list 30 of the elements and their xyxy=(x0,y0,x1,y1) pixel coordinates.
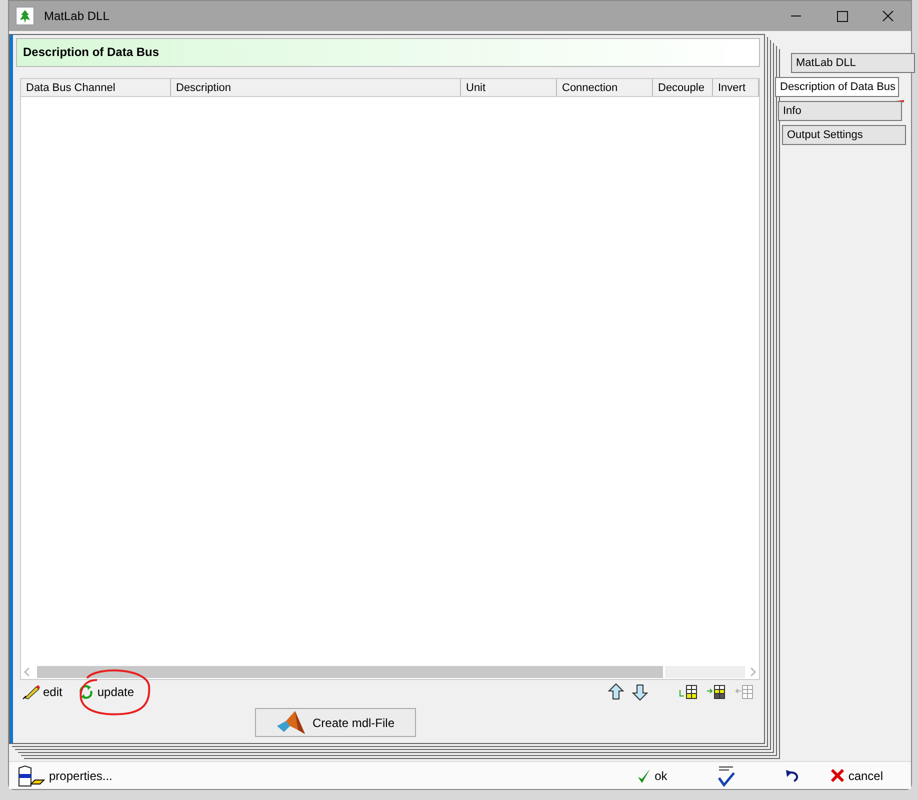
scrollbar-thumb[interactable] xyxy=(37,666,663,678)
page-title: Description of Data Bus xyxy=(16,38,760,67)
ok-button[interactable]: ok xyxy=(636,768,668,784)
cancel-button[interactable]: cancel xyxy=(831,768,883,782)
add-row-icon[interactable] xyxy=(706,684,726,700)
edit-button[interactable]: edit xyxy=(22,684,62,700)
peak-surface-icon xyxy=(276,710,306,736)
arrow-up-icon[interactable] xyxy=(608,683,624,701)
checkmark-icon xyxy=(636,768,651,784)
column-header[interactable]: Data Bus Channel xyxy=(21,79,171,97)
column-header[interactable]: Connection xyxy=(557,79,653,97)
properties-button[interactable]: properties... xyxy=(17,764,112,788)
insert-row-icon[interactable] xyxy=(678,684,698,700)
tab[interactable]: Description of Data Bus xyxy=(775,77,899,97)
tab[interactable]: Output Settings xyxy=(782,125,906,145)
update-button[interactable]: update xyxy=(78,684,134,700)
tab[interactable]: MatLab DLL xyxy=(791,53,915,73)
column-header[interactable]: Description xyxy=(171,79,461,97)
spell-check-icon[interactable] xyxy=(717,764,736,786)
window-title: MatLab DLL xyxy=(44,9,110,23)
column-header[interactable]: Unit xyxy=(461,79,557,97)
app-icon xyxy=(16,7,34,25)
arrow-down-icon[interactable] xyxy=(632,683,648,701)
column-header[interactable]: Invert xyxy=(713,79,759,97)
refresh-icon xyxy=(78,684,94,700)
pencil-icon xyxy=(22,684,40,700)
create-mdl-file-button[interactable]: Create mdl-File xyxy=(255,708,416,737)
column-header[interactable]: Decouple xyxy=(653,79,713,97)
close-icon xyxy=(831,769,844,782)
horizontal-scrollbar[interactable] xyxy=(21,665,759,679)
